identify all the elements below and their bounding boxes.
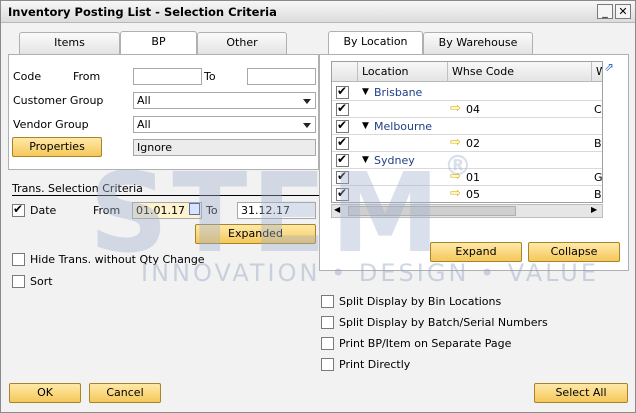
row-checkbox[interactable] [336,152,349,167]
tab-other[interactable]: Other [197,32,287,54]
vendor-group-value: All [137,118,151,131]
expand-triangle-icon[interactable]: ▼ [362,87,369,97]
window-title: Inventory Posting List - Selection Crite… [8,5,277,19]
whse-code: 05 [466,188,480,201]
link-arrow-icon[interactable]: ⇨ [450,135,461,150]
link-arrow-icon[interactable]: ⇨ [450,186,461,201]
date-to-label: To [206,204,218,217]
location-name: Brisbane [374,86,423,99]
whse-desc: Bi [594,188,602,201]
code-to-label: To [204,70,216,83]
code-to-field[interactable] [247,68,316,85]
expand-grid-icon[interactable]: ⇗ [604,61,617,75]
whse-code: 04 [466,103,480,116]
whse-desc: Ba [594,137,602,150]
print-directly-label: Print Directly [339,358,411,371]
expand-triangle-icon[interactable]: ▼ [362,121,369,131]
tab-bp[interactable]: BP [120,31,197,54]
minimize-button[interactable]: _ [597,4,613,19]
grid-corner [332,62,358,82]
expand-triangle-icon[interactable]: ▼ [362,155,369,165]
date-checkbox[interactable] [12,202,25,217]
whse-code: 01 [466,171,480,184]
grid-row[interactable]: ⇨ 01 Gr [332,169,602,186]
customer-group-value: All [137,94,151,107]
whse-code: 02 [466,137,480,150]
vendor-group-label: Vendor Group [13,118,89,131]
print-bp-checkbox[interactable] [321,337,334,350]
grid-row[interactable]: ▼ Sydney [332,152,602,169]
split-bin-label: Split Display by Bin Locations [339,295,502,308]
scroll-right-icon[interactable]: ▶ [591,205,597,214]
link-arrow-icon[interactable]: ⇨ [450,101,461,116]
select-all-button[interactable]: Select All [534,383,628,403]
split-bin-checkbox[interactable] [321,295,334,308]
calendar-icon[interactable] [189,203,200,215]
code-from-label: From [73,70,101,83]
split-batch-label: Split Display by Batch/Serial Numbers [339,316,548,329]
split-batch-checkbox[interactable] [321,316,334,329]
code-from-field[interactable] [133,68,202,85]
grid-row[interactable]: ▼ Melbourne [332,118,602,135]
link-arrow-icon[interactable]: ⇨ [450,169,461,184]
properties-value: Ignore [133,139,316,156]
grid-row[interactable]: ⇨ 05 Bi [332,186,602,202]
location-name: Melbourne [374,120,433,133]
row-checkbox[interactable] [336,135,349,150]
print-bp-label: Print BP/Item on Separate Page [339,337,512,350]
grid-header-whse-code[interactable]: Whse Code [448,62,592,82]
location-name: Sydney [374,154,415,167]
code-label: Code [13,70,42,83]
grid-row[interactable]: ⇨ 02 Ba [332,135,602,152]
grid-row[interactable]: ⇨ 04 Co [332,101,602,118]
horizontal-scrollbar[interactable]: ◀ ▶ [331,204,603,218]
sort-checkbox[interactable] [12,275,25,288]
row-checkbox[interactable] [336,186,349,201]
hide-trans-label: Hide Trans. without Qty Change [30,253,205,266]
expanded-button[interactable]: Expanded [195,224,316,244]
row-checkbox[interactable] [336,169,349,184]
trans-criteria-header: Trans. Selection Criteria [12,182,319,196]
cancel-button[interactable]: Cancel [89,383,161,403]
row-checkbox[interactable] [336,118,349,133]
date-to-field[interactable]: 31.12.17 [237,202,316,219]
tab-by-warehouse[interactable]: By Warehouse [423,32,533,54]
date-from-label: From [93,204,121,217]
grid-header-w[interactable]: W [592,62,602,82]
ok-button[interactable]: OK [9,383,81,403]
row-checkbox[interactable] [336,84,349,99]
sort-label: Sort [30,275,53,288]
grid-header-location[interactable]: Location [358,62,448,82]
scroll-left-icon[interactable]: ◀ [334,205,340,214]
row-checkbox[interactable] [336,101,349,116]
grid-row[interactable]: ▼ Brisbane [332,84,602,101]
location-grid: Location Whse Code W ▼ Brisbane ⇨ 04 Co … [331,61,603,203]
title-bar: Inventory Posting List - Selection Crite… [1,1,635,23]
tab-by-location[interactable]: By Location [328,31,423,54]
vendor-group-dropdown[interactable]: All [133,116,316,133]
selection-criteria-window: Inventory Posting List - Selection Crite… [0,0,636,413]
whse-desc: Gr [594,171,603,184]
scroll-thumb[interactable] [348,206,516,216]
customer-group-dropdown[interactable]: All [133,92,316,109]
hide-trans-checkbox[interactable] [12,253,25,266]
properties-button[interactable]: Properties [12,137,102,157]
print-directly-checkbox[interactable] [321,358,334,371]
expand-button[interactable]: Expand [430,242,522,262]
customer-group-label: Customer Group [13,94,104,107]
tab-items[interactable]: Items [19,32,120,54]
whse-desc: Co [594,103,602,116]
close-icon[interactable]: ✕ [615,4,631,19]
date-label: Date [30,204,57,217]
collapse-button[interactable]: Collapse [528,242,620,262]
